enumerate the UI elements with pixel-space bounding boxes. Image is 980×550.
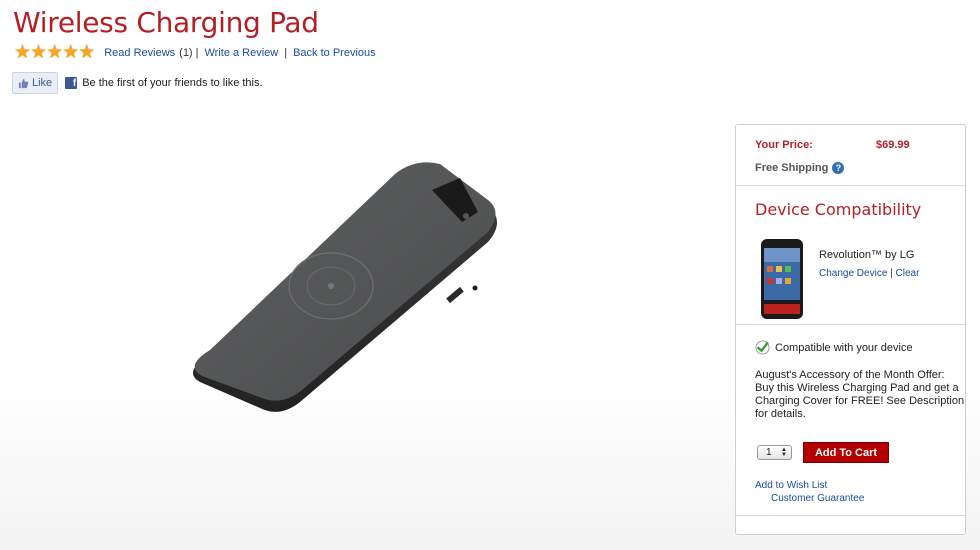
add-to-cart-button[interactable]: Add To Cart	[803, 442, 889, 463]
checkmark-icon	[755, 340, 770, 355]
price-value: $69.99	[876, 139, 910, 151]
add-to-wish-list-link[interactable]: Add to Wish List	[755, 480, 827, 491]
divider	[736, 324, 965, 325]
change-device-link[interactable]: Change Device	[819, 268, 887, 279]
device-compatibility-heading: Device Compatibility	[755, 200, 922, 219]
customer-guarantee-link[interactable]: Customer Guarantee	[771, 493, 864, 504]
shipping-label: Free Shipping	[755, 162, 829, 174]
facebook-like-bar: Like f Be the first of your friends to l…	[12, 72, 263, 94]
device-image	[761, 239, 803, 319]
promo-offer-text: August's Accessory of the Month Offer: B…	[755, 369, 965, 420]
friends-like-text: Be the first of your friends to like thi…	[82, 77, 263, 89]
read-reviews-link[interactable]: Read Reviews	[104, 47, 175, 59]
star-icon: ★	[78, 42, 96, 63]
separator: |	[195, 47, 199, 59]
review-count: (1)	[179, 47, 193, 59]
facebook-icon: f	[65, 77, 78, 89]
separator: |	[890, 268, 893, 279]
back-to-previous-link[interactable]: Back to Previous	[293, 47, 376, 59]
separator: |	[284, 47, 288, 59]
divider	[736, 185, 965, 186]
device-links: Change Device | Clear	[819, 268, 919, 279]
star-icon: ★	[62, 42, 80, 63]
divider	[736, 515, 965, 516]
device-name: Revolution™ by LG	[819, 249, 915, 261]
thumbs-up-icon	[18, 78, 29, 88]
compatibility-status: Compatible with your device	[755, 340, 913, 355]
write-review-link[interactable]: Write a Review	[204, 47, 278, 59]
clear-device-link[interactable]: Clear	[896, 268, 920, 279]
quantity-stepper[interactable]: 1 ▲ ▼	[757, 445, 792, 460]
star-icon: ★	[14, 42, 32, 63]
facebook-like-button[interactable]: Like	[12, 72, 59, 94]
free-shipping: Free Shipping ?	[755, 162, 845, 174]
purchase-panel: Your Price: $69.99 Free Shipping ? Devic…	[735, 124, 966, 535]
quantity-value: 1	[766, 447, 772, 458]
page-title: Wireless Charging Pad	[13, 6, 319, 39]
rating-row: ★ ★ ★ ★ ★ Read Reviews (1) | Write a Rev…	[14, 42, 376, 63]
star-icon: ★	[30, 42, 48, 63]
stepper-arrows-icon[interactable]: ▲ ▼	[781, 447, 787, 458]
star-rating: ★ ★ ★ ★ ★	[14, 42, 96, 63]
help-icon[interactable]: ?	[832, 162, 845, 174]
product-image	[192, 162, 498, 412]
price-label: Your Price:	[755, 139, 813, 151]
star-icon: ★	[46, 42, 64, 63]
compatibility-text: Compatible with your device	[775, 341, 913, 354]
like-label: Like	[32, 77, 53, 89]
